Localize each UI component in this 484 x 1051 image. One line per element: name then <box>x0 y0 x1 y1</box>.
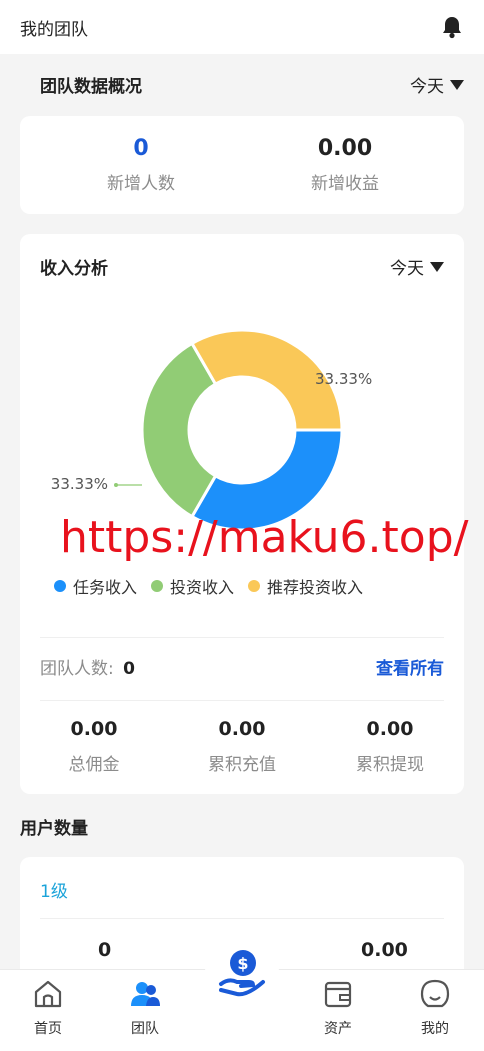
nav-item-assets[interactable]: 资产 <box>298 978 378 1038</box>
level-left-value: 0 <box>98 939 112 961</box>
svg-text:$: $ <box>237 954 248 973</box>
legend-item-investment[interactable]: 投资收入 <box>151 574 234 598</box>
legend-label: 推荐投资收入 <box>267 578 364 597</box>
team-page: 我的团队 团队数据概况 今天 0 新增人数 0.00 新增收益 收入分析 今天 … <box>0 0 484 1051</box>
income-title: 收入分析 <box>40 259 108 279</box>
bell-icon[interactable] <box>440 15 464 39</box>
team-count-label: 团队人数: <box>40 659 114 679</box>
overview-period-label: 今天 <box>410 77 444 97</box>
total-recharge-value: 0.00 <box>218 718 266 740</box>
level-right-value: 0.00 <box>361 939 408 961</box>
new-income-stat: 0.00 新增收益 <box>234 116 456 214</box>
level-tab[interactable]: 1级 <box>40 877 68 902</box>
new-members-label: 新增人数 <box>107 174 175 194</box>
new-members-stat: 0 新增人数 <box>30 116 252 214</box>
nav-label-home: 首页 <box>34 1021 62 1037</box>
legend-dot-icon <box>151 580 164 592</box>
nav-item-profile[interactable]: 我的 <box>395 978 475 1038</box>
dollar-hand-icon: $ <box>219 950 265 997</box>
view-all-link[interactable]: 查看所有 <box>376 654 444 679</box>
chevron-down-icon <box>430 261 444 272</box>
total-withdraw-label: 累积提现 <box>356 755 424 775</box>
new-income-label: 新增收益 <box>311 174 379 194</box>
nav-label-assets: 资产 <box>324 1021 352 1037</box>
total-recharge-label: 累积充值 <box>208 755 276 775</box>
nav-item-team[interactable]: 团队 <box>105 978 185 1038</box>
legend-label: 投资收入 <box>170 578 235 597</box>
label-dot-2 <box>308 376 312 380</box>
wallet-icon <box>324 981 352 1008</box>
total-recharge-stat: 0.00 累积充值 <box>168 718 316 775</box>
divider <box>40 700 444 701</box>
new-members-value: 0 <box>133 136 149 161</box>
new-income-value: 0.00 <box>317 136 373 161</box>
overview-title: 团队数据概况 <box>40 77 142 97</box>
slice-percent-label-1: 33.33% <box>51 475 108 493</box>
slice-percent-label-2: 33.33% <box>315 370 372 388</box>
watermark-text: https://maku6.top/ <box>60 512 469 563</box>
nav-item-home[interactable]: 首页 <box>8 978 88 1038</box>
total-withdraw-stat: 0.00 累积提现 <box>316 718 464 775</box>
users-title: 用户数量 <box>20 819 88 839</box>
income-period-label: 今天 <box>390 259 424 279</box>
donut-slice-1[interactable] <box>140 341 218 519</box>
divider <box>40 918 444 919</box>
overview-period-dropdown[interactable]: 今天 <box>410 72 464 97</box>
center-action-button[interactable]: $ <box>205 936 279 1010</box>
total-withdraw-value: 0.00 <box>366 718 414 740</box>
team-count-value: 0 <box>123 659 135 679</box>
income-stats: 0.00 总佣金 0.00 累积充值 0.00 累积提现 <box>20 718 464 775</box>
chart-legend: 任务收入 投资收入 推荐投资收入 <box>54 574 363 598</box>
team-count-group: 团队人数: 0 <box>40 654 135 679</box>
chevron-down-icon <box>450 79 464 90</box>
total-commission-label: 总佣金 <box>68 755 120 775</box>
overview-card: 0 新增人数 0.00 新增收益 <box>20 116 464 214</box>
legend-item-referral[interactable]: 推荐投资收入 <box>248 574 363 598</box>
legend-label: 任务收入 <box>73 578 138 597</box>
legend-item-task[interactable]: 任务收入 <box>54 574 137 598</box>
legend-dot-icon <box>248 580 261 592</box>
home-icon <box>34 980 62 1008</box>
profile-icon <box>420 979 450 1008</box>
income-header: 收入分析 今天 <box>40 254 444 279</box>
team-count-row: 团队人数: 0 查看所有 <box>40 654 444 679</box>
total-commission-value: 0.00 <box>70 718 118 740</box>
nav-label-profile: 我的 <box>421 1021 449 1037</box>
page-title: 我的团队 <box>20 19 88 40</box>
income-period-dropdown[interactable]: 今天 <box>390 254 444 279</box>
team-icon <box>131 982 160 1006</box>
total-commission-stat: 0.00 总佣金 <box>20 718 168 775</box>
divider <box>40 637 444 638</box>
legend-dot-icon <box>54 580 66 592</box>
top-bar: 我的团队 <box>0 0 484 54</box>
overview-header: 团队数据概况 今天 <box>20 72 464 97</box>
label-dot-1 <box>114 483 118 487</box>
nav-label-team: 团队 <box>131 1021 159 1037</box>
